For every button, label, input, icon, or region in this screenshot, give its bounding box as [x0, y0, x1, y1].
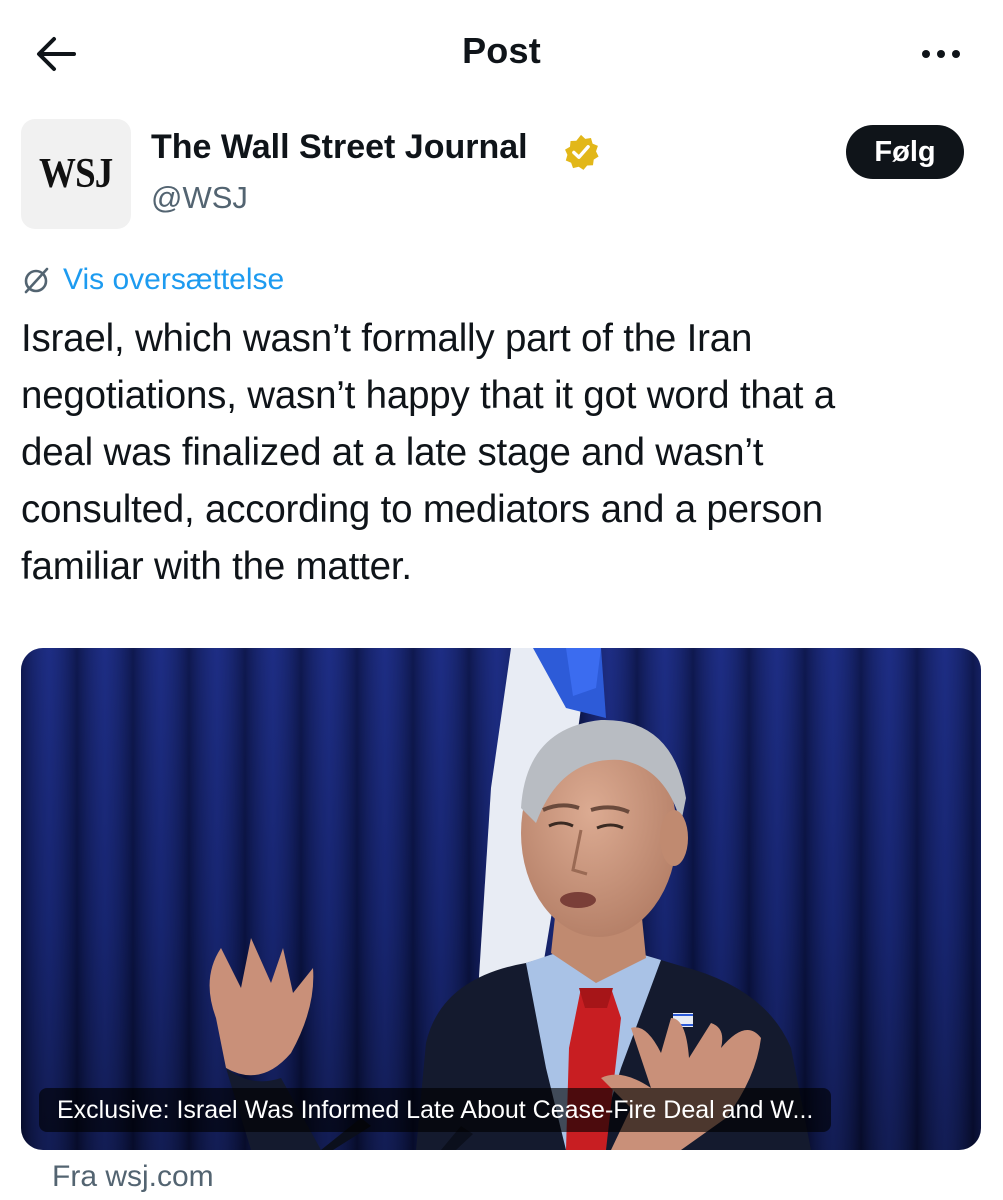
card-source[interactable]: Fra wsj.com — [52, 1160, 214, 1194]
more-horizontal-icon — [922, 50, 930, 58]
author-handle[interactable]: @WSJ — [151, 180, 248, 216]
post-page: Post WSJ The Wall Street Journal @WSJ Fø… — [0, 0, 1003, 1200]
translate-label: Vis oversættelse — [63, 263, 285, 296]
wsj-logo: WSJ — [39, 151, 113, 197]
post-text-line: Israel, which wasn’t formally part of th… — [21, 317, 753, 360]
post-text-line: negotiations, wasn’t happy that it got w… — [21, 374, 835, 417]
top-bar: Post — [0, 0, 1003, 104]
more-dot — [952, 50, 960, 58]
show-translation-link[interactable]: Vis oversættelse — [21, 262, 284, 298]
post-text-line: deal was finalized at a late stage and w… — [21, 431, 764, 474]
author-name[interactable]: The Wall Street Journal — [151, 128, 528, 167]
avatar[interactable]: WSJ — [21, 119, 131, 229]
follow-button[interactable]: Følg — [846, 125, 964, 179]
more-options-button[interactable] — [913, 30, 969, 78]
article-photo — [21, 648, 981, 1150]
card-headline: Exclusive: Israel Was Informed Late Abou… — [39, 1088, 832, 1132]
link-preview-card[interactable]: Exclusive: Israel Was Informed Late Abou… — [21, 648, 981, 1150]
post-text: Israel, which wasn’t formally part of th… — [21, 310, 981, 595]
post-text-line: familiar with the matter. — [21, 545, 412, 588]
more-dot — [937, 50, 945, 58]
page-title: Post — [462, 30, 541, 71]
verified-badge-icon — [565, 134, 599, 170]
globe-slash-icon — [24, 267, 49, 294]
post-text-line: consulted, according to mediators and a … — [21, 488, 823, 531]
